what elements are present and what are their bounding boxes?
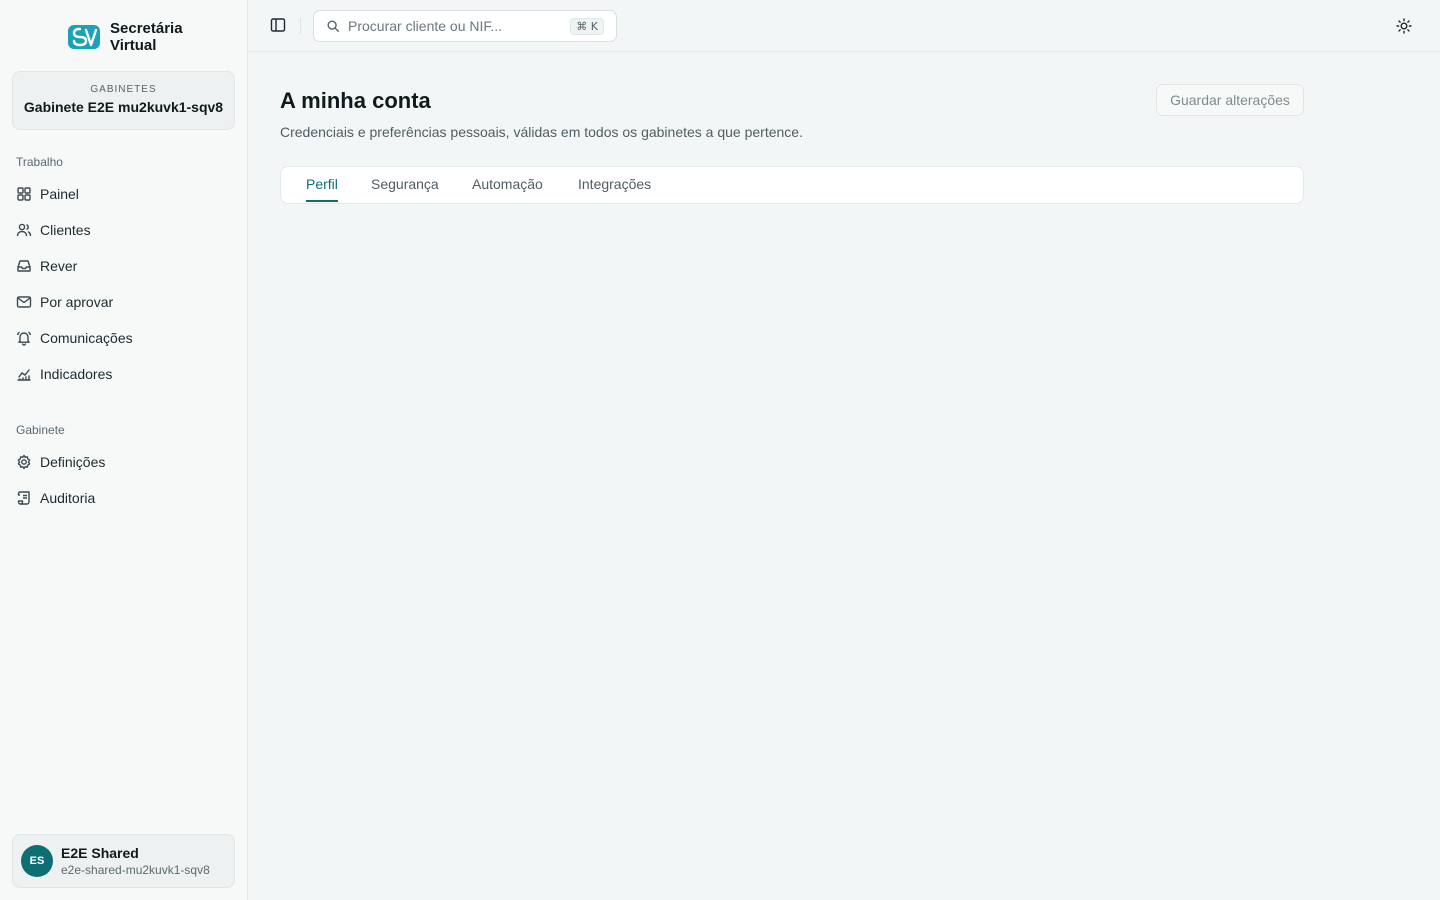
sidebar-item-label: Auditoria [40, 490, 96, 506]
chart-line-icon [17, 369, 31, 381]
page-subtitle: Credenciais e preferências pessoais, vál… [280, 124, 803, 140]
tab-integracoes[interactable]: Integrações [578, 176, 651, 202]
user-email: e2e-shared-mu2kuvk1-sqv8 [61, 863, 210, 877]
workspace-label: GABINETES [90, 84, 157, 95]
tab-seguranca[interactable]: Segurança [371, 176, 439, 202]
sidebar-item-comunicacoes[interactable]: Comunicações [16, 328, 133, 348]
user-name: E2E Shared [61, 845, 139, 861]
sidebar-item-label: Definições [40, 454, 106, 470]
sidebar-item-rever[interactable]: Rever [16, 256, 77, 276]
workspace-switcher[interactable]: GABINETES Gabinete E2E mu2kuvk1-sqv8 [12, 71, 235, 130]
bell-icon [16, 331, 32, 346]
sidebar: Secretária Virtual GABINETES Gabinete E2… [0, 0, 248, 900]
sidebar-toggle-icon[interactable] [270, 17, 286, 33]
sv-logo-icon [68, 25, 100, 49]
sidebar-item-label: Indicadores [40, 366, 113, 382]
scroll-icon [17, 491, 30, 505]
brand[interactable]: Secretária Virtual [66, 20, 183, 54]
sidebar-item-painel[interactable]: Painel [16, 184, 79, 204]
avatar: ES [21, 845, 53, 877]
grid-icon [17, 187, 31, 201]
save-button[interactable]: Guardar alterações [1156, 84, 1304, 116]
topbar: ⌘ K [248, 0, 1440, 52]
page-title: A minha conta [280, 88, 431, 113]
brand-line-1: Secretária [110, 20, 183, 37]
search-icon [327, 20, 339, 32]
section-title-work: Trabalho [16, 155, 63, 169]
sidebar-item-label: Clientes [40, 222, 91, 238]
sidebar-item-label: Comunicações [40, 330, 133, 346]
section-title-office: Gabinete [16, 423, 65, 437]
tab-automacao[interactable]: Automação [472, 176, 543, 202]
sidebar-item-por-aprovar[interactable]: Por aprovar [16, 292, 113, 312]
search-input[interactable] [348, 18, 568, 34]
sidebar-item-auditoria[interactable]: Auditoria [16, 488, 95, 508]
sidebar-item-label: Por aprovar [40, 294, 114, 310]
sidebar-item-clientes[interactable]: Clientes [16, 220, 91, 240]
account-tabs: Perfil Segurança Automação Integrações [280, 166, 1304, 204]
sidebar-item-definicoes[interactable]: Definições [16, 452, 105, 472]
topbar-divider [300, 18, 301, 34]
users-icon [16, 223, 32, 237]
sidebar-item-label: Rever [40, 258, 78, 274]
workspace-name: Gabinete E2E mu2kuvk1-sqv8 [23, 99, 224, 115]
sun-icon[interactable] [1396, 18, 1412, 34]
mail-icon [16, 296, 32, 308]
sidebar-item-indicadores[interactable]: Indicadores [16, 364, 112, 384]
user-menu[interactable]: ES E2E Shared e2e-shared-mu2kuvk1-sqv8 [12, 834, 235, 888]
brand-line-2: Virtual [110, 37, 157, 54]
sidebar-item-label: Painel [40, 186, 79, 202]
gear-icon [17, 454, 31, 470]
search-box[interactable]: ⌘ K [313, 10, 617, 42]
inbox-icon [17, 260, 31, 272]
tab-perfil[interactable]: Perfil [306, 176, 338, 202]
search-shortcut: ⌘ K [570, 18, 604, 35]
